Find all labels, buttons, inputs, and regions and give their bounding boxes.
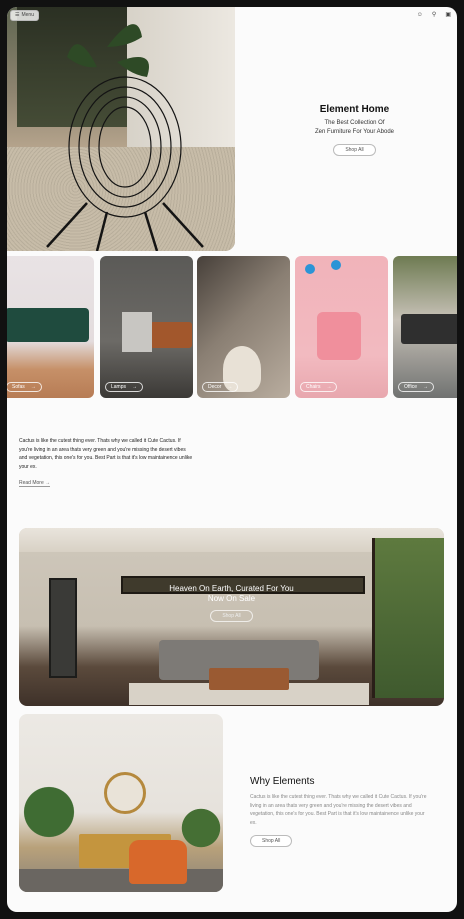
chair-shape [317,312,361,360]
menu-button-label: Menu [21,12,34,18]
page-frame: ☰ Menu ☺ ⚲ ▣ Element Home The Best Colle… [7,7,457,912]
artwork-shape [122,312,152,352]
read-more-link[interactable]: Read More → [19,480,51,487]
sale-banner: Heaven On Earth, Curated For You Now On … [19,528,444,706]
hero-image [7,7,235,251]
banner-shop-all-button[interactable]: Shop All [210,610,253,622]
about-text: Cactus is like the cutest thing ever. Th… [19,438,193,470]
banner-title-line-1: Heaven On Earth, Curated For You [169,584,294,593]
category-card-chairs[interactable]: Chairs → [295,256,388,398]
sofa-shape [7,308,89,342]
user-icon[interactable]: ☺ [417,11,423,19]
banner-title: Heaven On Earth, Curated For You Now On … [19,584,444,604]
arrow-right-icon: → [326,384,332,390]
why-text: Cactus is like the cutest thing ever. Th… [250,794,427,826]
hero-subtitle-line-2: Zen Furniture For Your Abode [314,129,395,135]
category-label-sofas[interactable]: Sofas → [7,382,42,392]
plant-shape [19,776,79,866]
category-label-chairs[interactable]: Chairs → [300,382,338,392]
balloon-shape [305,264,315,274]
arrow-right-icon: → [227,384,233,390]
category-card-office[interactable]: Office → [393,256,457,398]
search-icon[interactable]: ⚲ [432,11,436,19]
arrow-right-icon: → [30,384,36,390]
cart-icon[interactable]: ▣ [445,11,451,19]
banner-title-line-2: Now On Sale [207,594,256,603]
balloon-shape [331,260,341,270]
hero-title: Element Home [319,104,390,115]
hero-subtitle: The Best Collection Of Zen Furniture For… [267,119,442,137]
category-label-decor[interactable]: Decor → [202,382,239,392]
rug-shape [19,869,223,892]
why-elements-section: Why Elements Cactus is like the cutest t… [250,776,430,847]
category-card-decor[interactable]: Decor → [197,256,290,398]
category-label-office[interactable]: Office → [398,382,434,392]
category-card-sofas[interactable]: Sofas → [7,256,94,398]
header-icons: ☺ ⚲ ▣ [417,11,451,19]
category-label-lamps[interactable]: Lamps → [105,382,144,392]
armchair-shape [129,840,187,884]
office-desk-shape [401,314,457,344]
why-shop-all-button[interactable]: Shop All [250,835,293,847]
about-section: Cactus is like the cutest thing ever. Th… [19,437,194,489]
category-card-lamps[interactable]: Lamps → [100,256,193,398]
lamp-sofa-shape [150,322,192,348]
category-strip: Sofas → Lamps → Decor → Chairs → Office … [7,256,457,398]
banner-text: Heaven On Earth, Curated For You Now On … [19,584,444,622]
hero-shop-all-button[interactable]: Shop All [333,144,376,156]
hero-subtitle-line-1: The Best Collection Of [324,120,385,126]
mirror-shape [104,772,146,814]
banner-coffee-table [209,668,289,690]
arrow-right-icon: → [45,480,51,486]
why-elements-image [19,714,223,892]
arrow-right-icon: → [132,384,138,390]
hamburger-icon: ☰ [15,12,20,18]
menu-button[interactable]: ☰ Menu [10,10,39,21]
arrow-right-icon: → [422,384,428,390]
why-title: Why Elements [250,776,315,787]
hero-chair-illustration [46,24,204,251]
hero-text: Element Home The Best Collection Of Zen … [267,104,442,156]
